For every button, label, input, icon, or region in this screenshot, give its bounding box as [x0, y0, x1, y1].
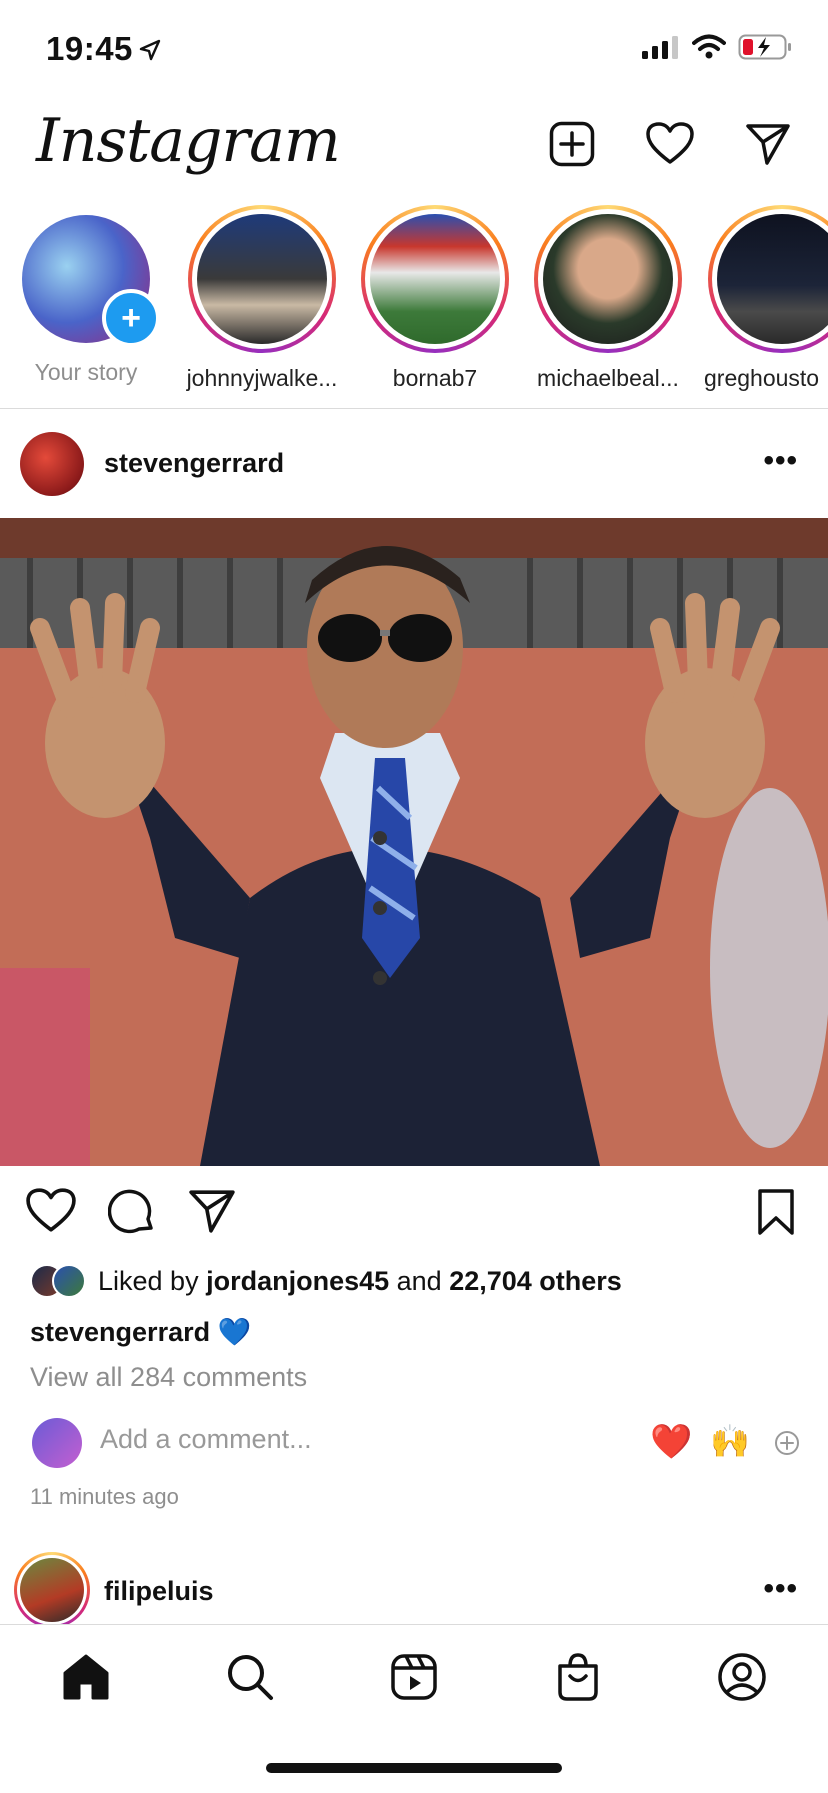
post-actions: [0, 1180, 828, 1250]
profile-icon: [718, 1653, 766, 1701]
direct-messages-button[interactable]: [742, 118, 794, 170]
tab-profile[interactable]: [712, 1647, 772, 1707]
tab-home[interactable]: [56, 1647, 116, 1707]
save-bookmark-icon[interactable]: [756, 1188, 796, 1236]
add-story-plus-icon[interactable]: +: [102, 289, 160, 347]
quick-reaction-raised-hands[interactable]: 🙌: [710, 1422, 750, 1460]
share-paper-plane-icon[interactable]: [188, 1188, 236, 1234]
status-bar: 19:45: [0, 0, 828, 100]
post-photo-illustration: [0, 518, 828, 1166]
story-ring: [708, 205, 828, 353]
wifi-icon: [692, 34, 726, 59]
battery-icon: [738, 34, 791, 60]
bottom-tab-bar: [0, 1624, 828, 1793]
instagram-logo[interactable]: Instagram: [36, 106, 341, 176]
add-emoji-plus-icon[interactable]: [774, 1430, 800, 1456]
caption-username[interactable]: stevengerrard: [30, 1317, 210, 1347]
liked-by-others[interactable]: 22,704 others: [449, 1266, 622, 1297]
tab-search[interactable]: [220, 1647, 280, 1707]
add-comment-row: Add a comment... ❤️ 🙌: [0, 1414, 828, 1474]
likes-row[interactable]: Liked by jordanjones45 and 22,704 others: [30, 1264, 622, 1298]
signal-icon: [642, 36, 678, 59]
story-avatar: [197, 214, 327, 344]
status-indicators: [640, 34, 792, 60]
stories-tray[interactable]: + Your story johnnyjwalke... bornab7 mic…: [0, 205, 828, 405]
liked-by-user[interactable]: jordanjones45: [206, 1266, 389, 1297]
story-avatar: [370, 214, 500, 344]
caption-text: 💙: [217, 1317, 252, 1347]
tab-shop[interactable]: [548, 1647, 608, 1707]
tab-reels[interactable]: [384, 1647, 444, 1707]
paper-plane-icon: [746, 124, 790, 165]
story-your-story[interactable]: + Your story: [6, 205, 166, 386]
next-post-username[interactable]: filipeluis: [104, 1576, 214, 1607]
story-label: michaelbeal...: [537, 365, 679, 391]
story-item[interactable]: bornab7: [355, 205, 515, 392]
story-label: Your story: [34, 359, 138, 385]
comment-bubble-icon[interactable]: [108, 1188, 156, 1236]
post-image[interactable]: [0, 518, 828, 1166]
story-ring: [188, 205, 336, 353]
stories-divider: [0, 408, 828, 409]
post-header: stevengerrard •••: [0, 420, 828, 510]
story-avatar: [717, 214, 828, 344]
liked-by-avatars: [30, 1264, 86, 1298]
story-item[interactable]: johnnyjwalke...: [182, 205, 342, 392]
activity-button[interactable]: [644, 118, 696, 170]
app-header: Instagram: [0, 100, 828, 200]
new-post-button[interactable]: [546, 118, 598, 170]
story-ring: [534, 205, 682, 353]
post-timestamp: 11 minutes ago: [30, 1484, 179, 1509]
home-indicator: [266, 1763, 562, 1773]
location-arrow-icon: [139, 39, 161, 61]
view-all-comments-link[interactable]: View all 284 comments: [30, 1362, 307, 1393]
story-item[interactable]: greghousto: [702, 205, 828, 392]
next-post-header: filipeluis •••: [0, 1548, 828, 1628]
plus-square-icon: [549, 121, 595, 167]
next-post-avatar-ring[interactable]: [14, 1552, 90, 1628]
reels-icon: [391, 1654, 437, 1700]
liked-by-prefix: Liked by: [98, 1265, 207, 1296]
heart-icon: [646, 122, 694, 164]
story-label: bornab7: [392, 365, 478, 391]
story-item[interactable]: michaelbeal...: [528, 205, 688, 392]
search-icon: [228, 1655, 273, 1700]
post-username[interactable]: stevengerrard: [104, 448, 284, 479]
story-avatar: [543, 214, 673, 344]
mini-avatar: [52, 1264, 86, 1298]
next-post-avatar: [20, 1558, 84, 1622]
shop-bag-icon: [558, 1653, 598, 1701]
add-comment-input[interactable]: Add a comment...: [100, 1424, 312, 1455]
status-time: 19:45: [46, 30, 133, 67]
quick-reaction-heart[interactable]: ❤️: [650, 1422, 692, 1462]
story-label: greghousto: [704, 365, 820, 391]
current-user-avatar: [32, 1418, 82, 1468]
next-post-more-options-icon[interactable]: •••: [763, 1572, 798, 1606]
post-more-options-icon[interactable]: •••: [763, 444, 798, 478]
post-caption: stevengerrard 💙: [30, 1316, 251, 1348]
like-heart-icon[interactable]: [26, 1188, 76, 1234]
story-label: johnnyjwalke...: [186, 365, 338, 391]
liked-by-and: and: [389, 1265, 450, 1296]
home-icon: [63, 1654, 109, 1700]
post-avatar[interactable]: [20, 432, 84, 496]
story-ring: [361, 205, 509, 353]
